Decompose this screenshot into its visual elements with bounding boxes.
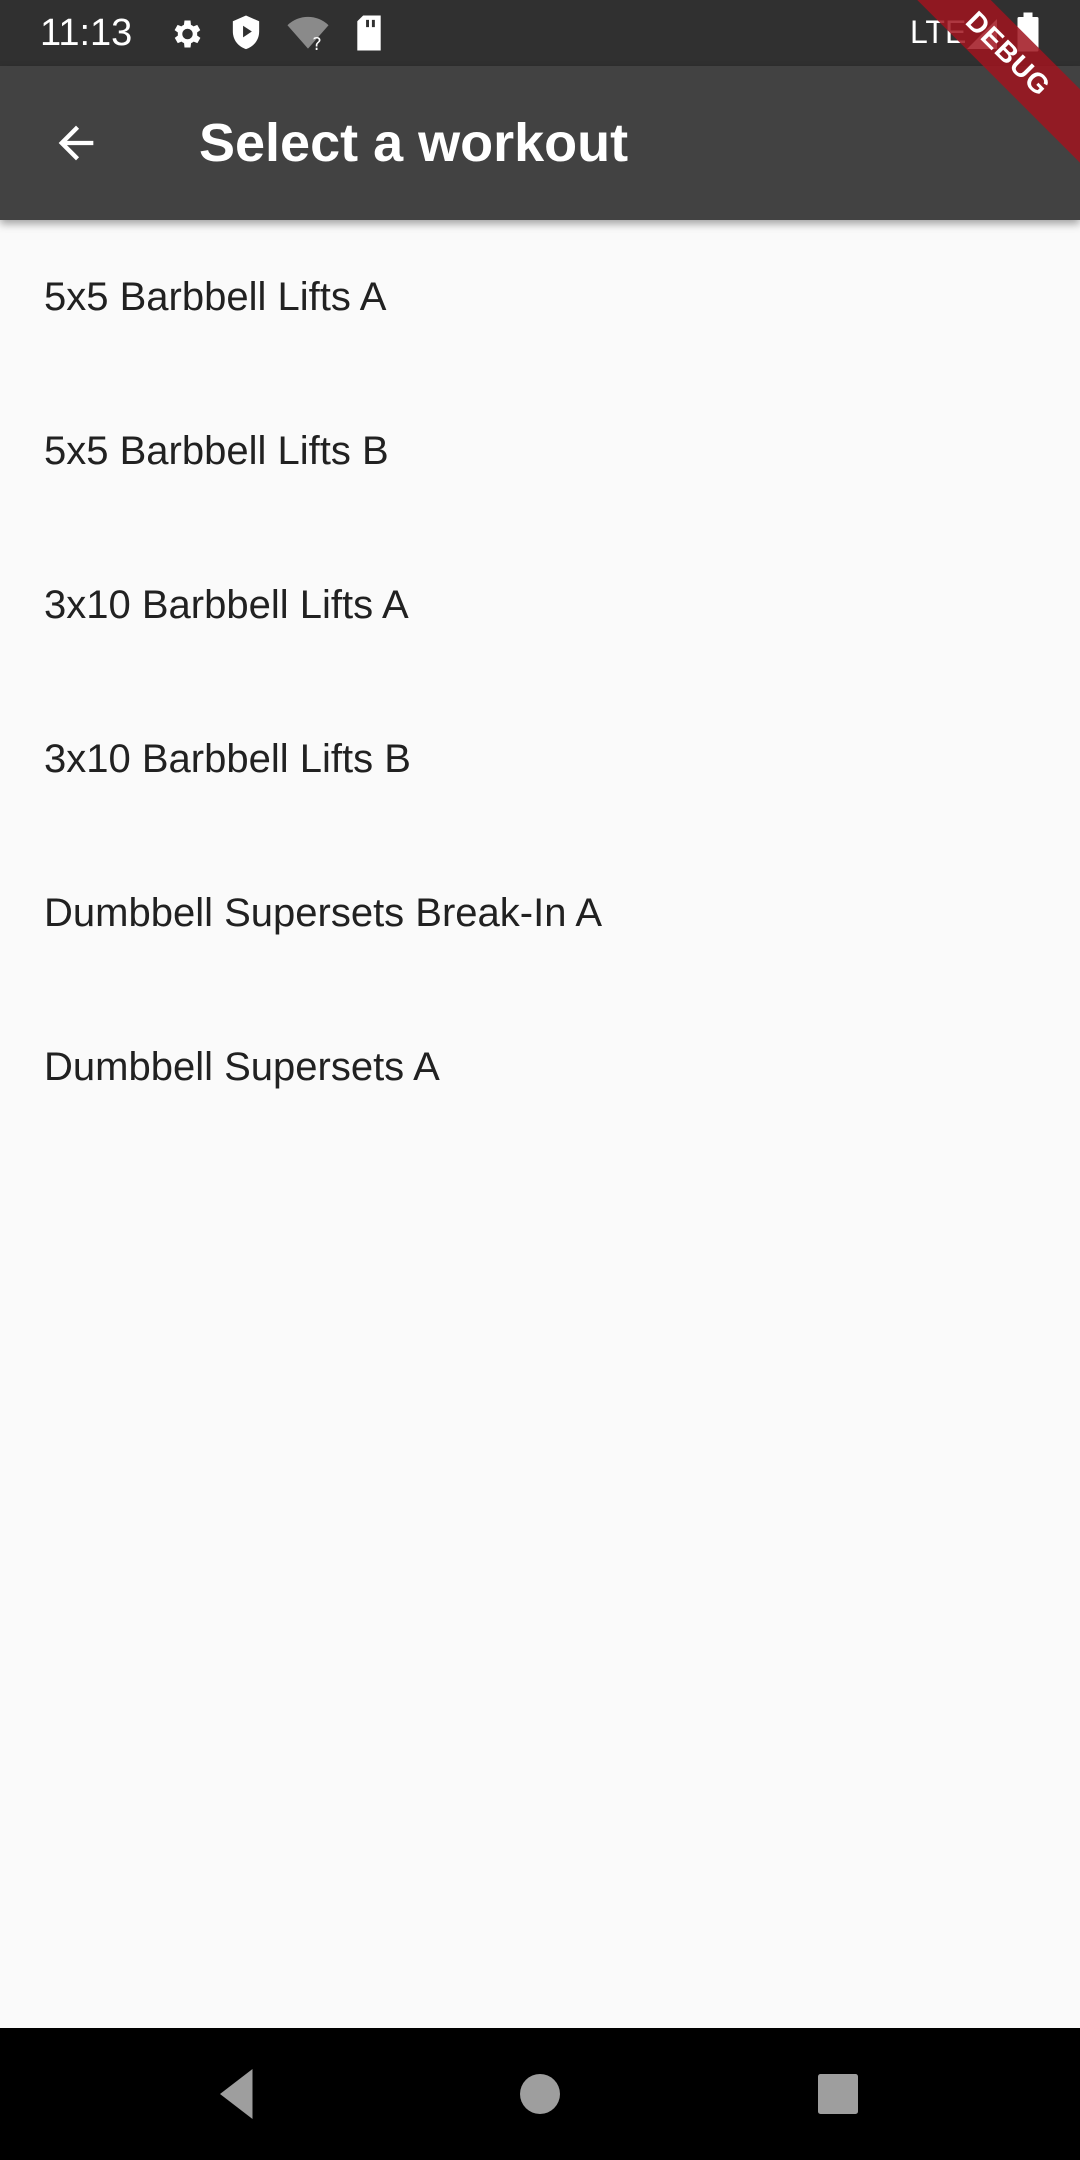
nav-back-button[interactable] [210, 2064, 270, 2124]
shield-icon [228, 14, 264, 57]
back-button[interactable] [36, 103, 116, 183]
status-bar: 11:13 ? LTE [0, 0, 1080, 66]
workout-item[interactable]: Dumbbell Supersets A [0, 990, 1080, 1144]
workout-item[interactable]: Dumbbell Supersets Break-In A [0, 836, 1080, 990]
workout-item[interactable]: 3x10 Barbbell Lifts A [0, 528, 1080, 682]
workout-item[interactable]: 3x10 Barbbell Lifts B [0, 682, 1080, 836]
status-time: 11:13 [40, 12, 133, 54]
home-circle-icon [520, 2074, 560, 2114]
workout-item[interactable]: 5x5 Barbbell Lifts B [0, 374, 1080, 528]
workout-item[interactable]: 5x5 Barbbell Lifts A [0, 220, 1080, 374]
nav-recents-button[interactable] [808, 2064, 868, 2124]
recents-square-icon [818, 2074, 858, 2114]
arrow-back-icon [58, 125, 94, 161]
app-bar: Select a workout [0, 66, 1080, 220]
settings-icon [168, 16, 204, 57]
navigation-bar [0, 2028, 1080, 2160]
workout-list: 5x5 Barbbell Lifts A 5x5 Barbbell Lifts … [0, 220, 1080, 1144]
nav-home-button[interactable] [510, 2064, 570, 2124]
sd-card-icon [354, 14, 384, 57]
back-triangle-icon [220, 2069, 253, 2119]
screen: 11:13 ? LTE Select a workout DEBUG 5x5 B… [0, 0, 1080, 2160]
page-title: Select a workout [199, 113, 629, 173]
wifi-unknown-icon: ? [286, 16, 330, 57]
svg-text:?: ? [312, 35, 321, 52]
